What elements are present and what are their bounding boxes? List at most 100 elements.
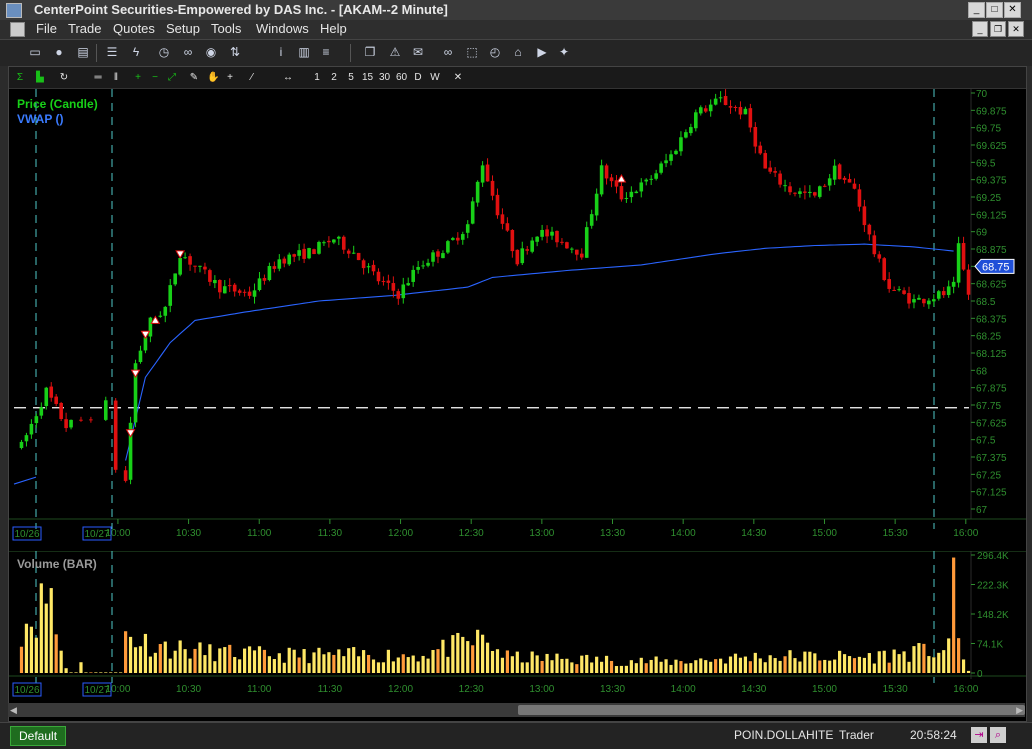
volume-bar (292, 649, 296, 673)
account-icon[interactable]: ● (51, 44, 67, 60)
close-button[interactable]: ✕ (1004, 2, 1021, 18)
candle-body (644, 179, 649, 182)
mail-icon[interactable]: ✉ (410, 44, 426, 60)
app-icon[interactable] (6, 3, 22, 18)
order-icon[interactable]: ▤ (75, 44, 91, 60)
interval-15[interactable]: 15 (362, 70, 373, 85)
candle-body (163, 306, 168, 316)
interval-60[interactable]: 60 (396, 70, 407, 85)
logout-icon[interactable]: ⇥ (971, 727, 987, 743)
eye-icon[interactable]: ◉ (203, 44, 219, 60)
scroll-thumb[interactable] (518, 705, 1025, 715)
expand-horizontal-icon[interactable]: ↔ (283, 70, 293, 85)
date-label: 10/26 (14, 529, 39, 540)
window-title: CenterPoint Securities-Empowered by DAS … (34, 2, 448, 17)
candle-body (560, 241, 564, 243)
chart-close-button[interactable]: ✕ (453, 70, 463, 85)
candle-body (272, 266, 277, 269)
candle-body (575, 249, 579, 255)
window-icon[interactable]: ▭ (27, 44, 43, 60)
minimize-button[interactable]: _ (968, 2, 985, 18)
menu-windows[interactable]: Windows (256, 21, 309, 36)
youtube-icon[interactable]: ▶ (534, 44, 550, 60)
zoom-out-icon[interactable]: − (150, 70, 160, 85)
candle-body (728, 106, 733, 108)
volume-bar (704, 660, 708, 673)
candle-body (237, 290, 242, 293)
lightning-icon[interactable]: ϟ (128, 44, 144, 60)
home-icon[interactable]: ⌂ (510, 44, 526, 60)
volume-bar (768, 655, 772, 673)
volume-bar (952, 557, 956, 673)
fit-icon[interactable]: ⤢ (167, 70, 177, 85)
child-restore-button[interactable]: ❐ (990, 21, 1006, 37)
candle-body (827, 178, 832, 186)
volume-bar (416, 661, 420, 673)
sum-icon[interactable]: Σ (15, 70, 25, 85)
menu-quotes[interactable]: Quotes (113, 21, 155, 36)
volume-bar (917, 643, 921, 673)
tab-default[interactable]: Default (10, 726, 67, 746)
interval-2[interactable]: 2 (329, 70, 339, 85)
bar-chart-icon[interactable]: ▥ (296, 44, 312, 60)
crosshair-icon[interactable]: + (225, 70, 235, 85)
menu-help[interactable]: Help (320, 21, 347, 36)
volume-bar (912, 646, 916, 673)
twitter-icon[interactable]: ✦ (556, 44, 572, 60)
child-window-icon[interactable] (10, 22, 25, 37)
copy-icon[interactable]: ❐ (362, 44, 378, 60)
interval-30[interactable]: 30 (379, 70, 390, 85)
volume-bar (59, 650, 63, 673)
select-icon[interactable]: ⬚ (464, 44, 480, 60)
price-chart[interactable]: 70 69.875 69.75 69.625 69.5 69.375 69.25 69.125… (9, 89, 1026, 551)
volume-bar (748, 661, 752, 673)
timer-icon[interactable]: ◴ (487, 44, 503, 60)
price-x-tick-label: 13:00 (529, 528, 554, 539)
list-icon[interactable]: ☰ (104, 44, 120, 60)
interval-weekly[interactable]: W (430, 70, 440, 85)
menu-setup[interactable]: Setup (166, 21, 200, 36)
clock-time: 20:58:24 (910, 728, 957, 742)
volume-x-tick-label: 14:00 (671, 684, 696, 695)
interval-1[interactable]: 1 (312, 70, 322, 85)
search-icon[interactable]: ⌕ (990, 727, 1006, 743)
horizontal-scrollbar[interactable]: ◀ ▶ (8, 703, 1025, 717)
interval-daily[interactable]: D (413, 70, 423, 85)
scroll-left-icon[interactable]: ◀ (10, 705, 17, 716)
interval-5[interactable]: 5 (346, 70, 356, 85)
alert-icon[interactable]: ⚠ (387, 44, 403, 60)
refresh-icon[interactable]: ↻ (59, 70, 69, 85)
zoom-in-icon[interactable]: + (133, 70, 143, 85)
volume-bar (381, 662, 386, 673)
candle-body (862, 206, 867, 226)
menu-tools[interactable]: Tools (211, 21, 241, 36)
menu-trade[interactable]: Trade (68, 21, 101, 36)
price-y-tick-label: 69.125 (976, 210, 1007, 221)
menu-file[interactable]: File (36, 21, 57, 36)
sort-icon[interactable]: ⇅ (227, 44, 243, 60)
vertical-line-icon[interactable]: ‖ (111, 70, 121, 85)
pencil-icon[interactable]: ✎ (189, 70, 199, 85)
volume-bar (431, 649, 435, 673)
binoculars-icon[interactable]: ∞ (440, 44, 456, 60)
price-y-tick-label: 70 (976, 89, 988, 100)
clock-icon[interactable]: ◷ (156, 44, 172, 60)
volume-chart[interactable]: 296.4K222.3K148.2K74.1K010:00 10:30 11:00 1… (9, 551, 1026, 703)
chart-type-icon[interactable]: ▙ (35, 70, 45, 85)
info-icon[interactable]: i (273, 44, 289, 60)
volume-bar (262, 649, 267, 673)
trade-marker (175, 250, 186, 259)
scroll-right-icon[interactable]: ▶ (1016, 705, 1023, 716)
child-minimize-button[interactable]: _ (972, 21, 988, 37)
candle-body (594, 193, 599, 216)
horizontal-line-icon[interactable]: ═ (93, 70, 103, 85)
candle-body (436, 251, 440, 257)
hand-icon[interactable]: ✋ (207, 70, 219, 85)
bar-chart-icon-2[interactable]: ≡ (318, 44, 334, 60)
maximize-button[interactable]: □ (986, 2, 1003, 18)
link-icon[interactable]: ∞ (180, 44, 196, 60)
trendline-icon[interactable]: ⁄ (247, 70, 257, 85)
candle-body (292, 254, 296, 257)
child-close-button[interactable]: ✕ (1008, 21, 1024, 37)
volume-bar (198, 642, 202, 673)
